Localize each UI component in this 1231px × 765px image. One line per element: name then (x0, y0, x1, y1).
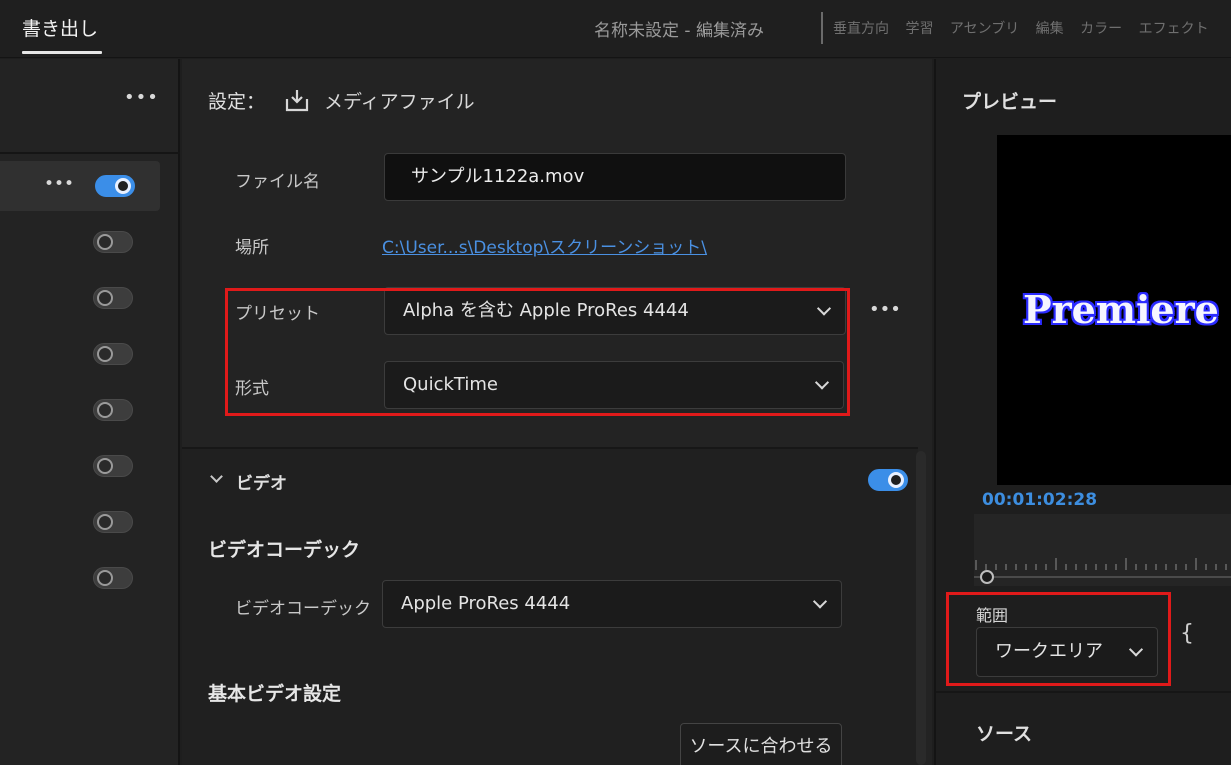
toggle-knob (888, 472, 904, 488)
preview-frame-text: Premiere Pr (1023, 287, 1231, 332)
toggle-knob (97, 570, 113, 586)
timeline-track (974, 576, 1231, 578)
timeline-scrubber[interactable] (974, 514, 1231, 586)
destination-toggle[interactable] (95, 175, 135, 197)
workspace-tab-assembly[interactable]: アセンブリ (950, 21, 1019, 37)
video-section-title[interactable]: ビデオ (236, 469, 287, 494)
destination-toggle[interactable] (93, 567, 133, 589)
toggle-knob (97, 346, 113, 362)
destination-toggle[interactable] (93, 455, 133, 477)
video-codec-heading: ビデオコーデック (208, 539, 361, 561)
workspace-tab-color[interactable]: カラー (1080, 21, 1122, 37)
video-toggle[interactable] (868, 469, 908, 491)
preview-frame: Premiere Pr (997, 135, 1231, 485)
workspace-tabs: 垂直方向 学習 アセンブリ 編集 カラー エフェクト (833, 18, 1221, 38)
chevron-down-icon (812, 594, 828, 609)
workspace-tab-edit[interactable]: 編集 (1036, 21, 1064, 37)
toggle-knob (97, 290, 113, 306)
top-bar: 書き出し 名称未設定 - 編集済み 垂直方向 学習 アセンブリ 編集 カラー エ… (0, 0, 1231, 58)
more-options-icon[interactable]: ••• (44, 174, 74, 194)
destination-toggle[interactable] (93, 343, 133, 365)
tab-export[interactable]: 書き出し (22, 14, 98, 41)
chevron-down-icon[interactable] (210, 470, 223, 483)
destination-row[interactable] (0, 497, 160, 547)
timeline-ruler (975, 558, 1227, 570)
scrollbar[interactable] (916, 451, 926, 765)
destination-row[interactable]: ••• (0, 161, 160, 211)
basic-video-heading: 基本ビデオ設定 (208, 683, 342, 705)
toggle-knob (97, 458, 113, 474)
workspace-tab-effects[interactable]: エフェクト (1139, 21, 1209, 37)
destination-toggle[interactable] (93, 399, 133, 421)
preset-format-highlight (225, 288, 850, 416)
media-file-label: メディアファイル (324, 91, 475, 113)
video-section: ビデオ ビデオコーデック ビデオコーデック Apple ProRes 4444 … (182, 447, 918, 765)
toggle-knob (97, 402, 113, 418)
divider (936, 691, 1231, 693)
toggle-knob (115, 178, 131, 194)
video-codec-label: ビデオコーデック (235, 599, 371, 619)
destinations-panel: ••• ••• (0, 59, 180, 765)
preset-more-icon[interactable]: ••• (869, 299, 901, 320)
source-title: ソース (976, 723, 1033, 745)
workspace-tab-learning[interactable]: 学習 (905, 21, 933, 37)
destination-row[interactable] (0, 441, 160, 491)
project-title: 名称未設定 - 編集済み (594, 21, 764, 41)
video-codec-dropdown[interactable]: Apple ProRes 4444 (382, 580, 842, 628)
location-link[interactable]: C:\User...s\Desktop\スクリーンショット\ (382, 233, 707, 258)
workspace-tab-vertical[interactable]: 垂直方向 (833, 21, 889, 37)
destination-row[interactable] (0, 385, 160, 435)
video-codec-value: Apple ProRes 4444 (401, 593, 571, 614)
destination-toggle[interactable] (93, 231, 133, 253)
destination-toggle[interactable] (93, 287, 133, 309)
preview-title: プレビュー (962, 91, 1058, 113)
in-out-brace-icon[interactable]: { (1180, 621, 1194, 646)
destination-toggle[interactable] (93, 511, 133, 533)
destination-row[interactable] (0, 329, 160, 379)
settings-heading: 設定： (208, 91, 266, 113)
preview-panel: プレビュー Premiere Pr 00:01:02:28 範囲 ワークエリア … (934, 59, 1231, 765)
toggle-knob (97, 514, 113, 530)
destination-row[interactable] (0, 217, 160, 267)
timecode[interactable]: 00:01:02:28 (982, 490, 1097, 510)
settings-panel: 設定： メディアファイル ファイル名 サンプル1122a.mov 場所 C:\U… (182, 59, 932, 765)
destination-row[interactable] (0, 273, 160, 323)
more-options-icon[interactable]: ••• (124, 87, 159, 108)
divider (0, 152, 180, 154)
match-source-button[interactable]: ソースに合わせる (680, 723, 842, 765)
playhead-handle[interactable] (980, 570, 994, 584)
download-icon (285, 90, 309, 112)
toggle-knob (97, 234, 113, 250)
filename-label: ファイル名 (235, 172, 320, 192)
range-highlight (946, 592, 1171, 686)
filename-field[interactable]: サンプル1122a.mov (384, 153, 846, 201)
destination-row[interactable] (0, 553, 160, 603)
tab-active-underline (22, 51, 102, 54)
divider (821, 12, 823, 44)
location-label: 場所 (235, 238, 269, 258)
